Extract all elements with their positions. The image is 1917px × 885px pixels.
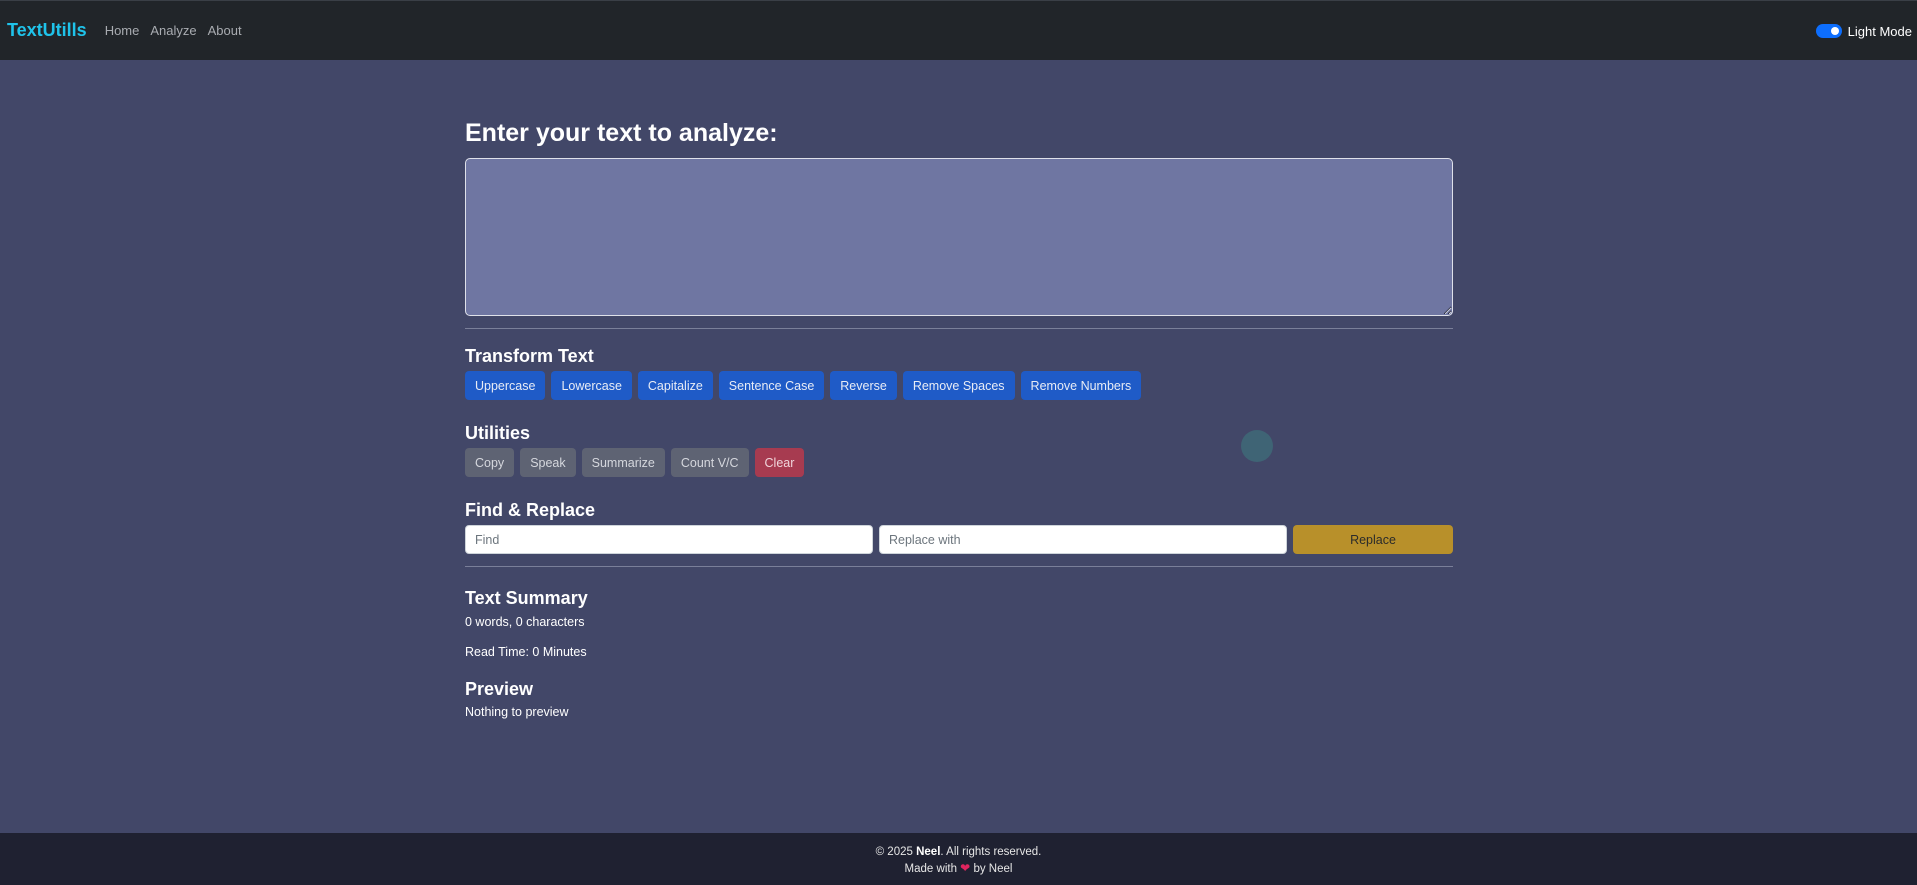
capitalize-button[interactable]: Capitalize <box>637 371 713 400</box>
divider <box>465 328 1453 329</box>
made-with-text: Made with <box>904 863 957 875</box>
copyright-line: © 2025 Neel. All rights reserved. <box>0 844 1917 860</box>
copyright-prefix: © 2025 <box>875 846 913 858</box>
mode-label: Light Mode <box>1847 23 1912 39</box>
word-char-count: 0 words, 0 characters <box>465 615 585 629</box>
copyright-suffix: . All rights reserved. <box>940 846 1042 858</box>
divider <box>465 566 1453 567</box>
nav-link-home[interactable]: Home <box>105 23 140 38</box>
utilities-heading: Utilities <box>465 423 531 443</box>
speak-button[interactable]: Speak <box>520 448 576 477</box>
author-name: Neel <box>916 846 941 858</box>
transform-buttons: Uppercase Lowercase Capitalize Sentence … <box>465 371 1453 400</box>
find-input[interactable] <box>465 525 873 554</box>
preview-text: Nothing to preview <box>465 705 569 719</box>
utility-buttons: Copy Speak Summarize Count V/C Clear <box>465 448 1453 477</box>
brand-logo[interactable]: TextUtills <box>7 20 87 41</box>
lowercase-button[interactable]: Lowercase <box>551 371 632 400</box>
remove-spaces-button[interactable]: Remove Spaces <box>902 371 1015 400</box>
cursor-indicator <box>1241 430 1273 462</box>
clear-button[interactable]: Clear <box>754 448 805 477</box>
footer: © 2025 Neel. All rights reserved. Made w… <box>0 833 1917 885</box>
toggle-switch[interactable] <box>1815 24 1842 38</box>
uppercase-button[interactable]: Uppercase <box>465 371 546 400</box>
preview-heading: Preview <box>465 679 534 699</box>
read-time: Read Time: 0 Minutes <box>465 645 587 659</box>
replace-button[interactable]: Replace <box>1293 525 1453 554</box>
heart-icon: ❤ <box>960 861 971 875</box>
navbar: TextUtills Home Analyze About Light Mode <box>0 0 1917 60</box>
replace-input[interactable] <box>879 525 1287 554</box>
sentence-case-button[interactable]: Sentence Case <box>718 371 825 400</box>
by-author-text: by Neel <box>973 863 1013 875</box>
text-input-area[interactable] <box>465 158 1453 316</box>
remove-numbers-button[interactable]: Remove Numbers <box>1020 371 1142 400</box>
mode-toggle[interactable]: Light Mode <box>1815 1 1912 61</box>
page-title: Enter your text to analyze: <box>465 119 778 147</box>
summary-heading: Text Summary <box>465 588 588 608</box>
made-with-line: Made with ❤ by Neel <box>0 860 1917 877</box>
toggle-knob <box>1830 27 1839 35</box>
reverse-button[interactable]: Reverse <box>830 371 897 400</box>
main-container: Enter your text to analyze: Transform Te… <box>465 60 1453 720</box>
summarize-button[interactable]: Summarize <box>581 448 665 477</box>
count-vc-button[interactable]: Count V/C <box>670 448 749 477</box>
nav-link-analyze[interactable]: Analyze <box>150 23 196 38</box>
transform-heading: Transform Text <box>465 346 594 366</box>
nav-link-about[interactable]: About <box>208 23 242 38</box>
copy-button[interactable]: Copy <box>465 448 515 477</box>
find-replace-heading: Find & Replace <box>465 500 596 520</box>
find-replace-row: Replace <box>465 525 1453 554</box>
